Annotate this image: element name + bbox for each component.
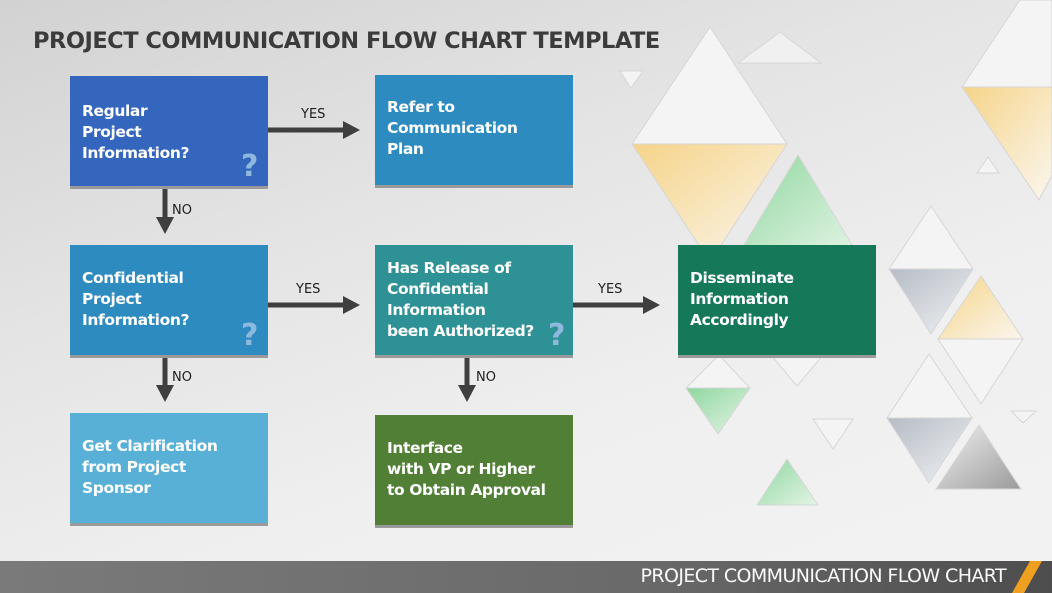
node-text: Has Release of Confidential Information …	[387, 259, 534, 340]
process-get-clarification: Get Clarification from Project Sponsor	[70, 413, 268, 523]
question-mark-icon: ?	[240, 149, 258, 184]
footer-bar: PROJECT COMMUNICATION FLOW CHART	[0, 561, 1052, 593]
process-disseminate-information: Disseminate Information Accordingly	[678, 245, 876, 355]
node-text: Disseminate Information Accordingly	[690, 269, 794, 329]
node-text: Get Clarification from Project Sponsor	[82, 437, 218, 497]
process-interface-with-vp: Interface with VP or Higher to Obtain Ap…	[375, 415, 573, 525]
decision-release-authorized: Has Release of Confidential Information …	[375, 245, 573, 355]
edge-label-yes: YES	[296, 282, 321, 297]
arrow-authorized-to-disseminate	[572, 296, 660, 314]
edge-label-no: NO	[476, 370, 496, 385]
node-text: Confidential Project Information?	[82, 269, 190, 329]
decision-regular-project-information: Regular Project Information? ?	[70, 76, 268, 186]
question-mark-icon: ?	[240, 318, 258, 353]
edge-label-yes: YES	[301, 107, 326, 122]
arrow-regular-to-refer	[268, 121, 360, 139]
edge-label-yes: YES	[598, 282, 623, 297]
node-text: Interface with VP or Higher to Obtain Ap…	[387, 439, 546, 499]
node-text: Regular Project Information?	[82, 102, 190, 162]
edge-label-no: NO	[172, 370, 192, 385]
footer-accent-stripe	[1012, 561, 1042, 593]
arrow-authorized-to-interface	[458, 355, 476, 402]
arrow-confidential-to-authorized	[268, 296, 360, 314]
page-title: PROJECT COMMUNICATION FLOW CHART TEMPLAT…	[33, 28, 660, 54]
question-mark-icon: ?	[547, 318, 565, 353]
process-refer-to-communication-plan: Refer to Communication Plan	[375, 75, 573, 185]
decision-confidential-project-information: Confidential Project Information? ?	[70, 245, 268, 355]
edge-label-no: NO	[172, 203, 192, 218]
node-text: Refer to Communication Plan	[387, 98, 518, 158]
footer-label: PROJECT COMMUNICATION FLOW CHART	[640, 565, 1007, 587]
